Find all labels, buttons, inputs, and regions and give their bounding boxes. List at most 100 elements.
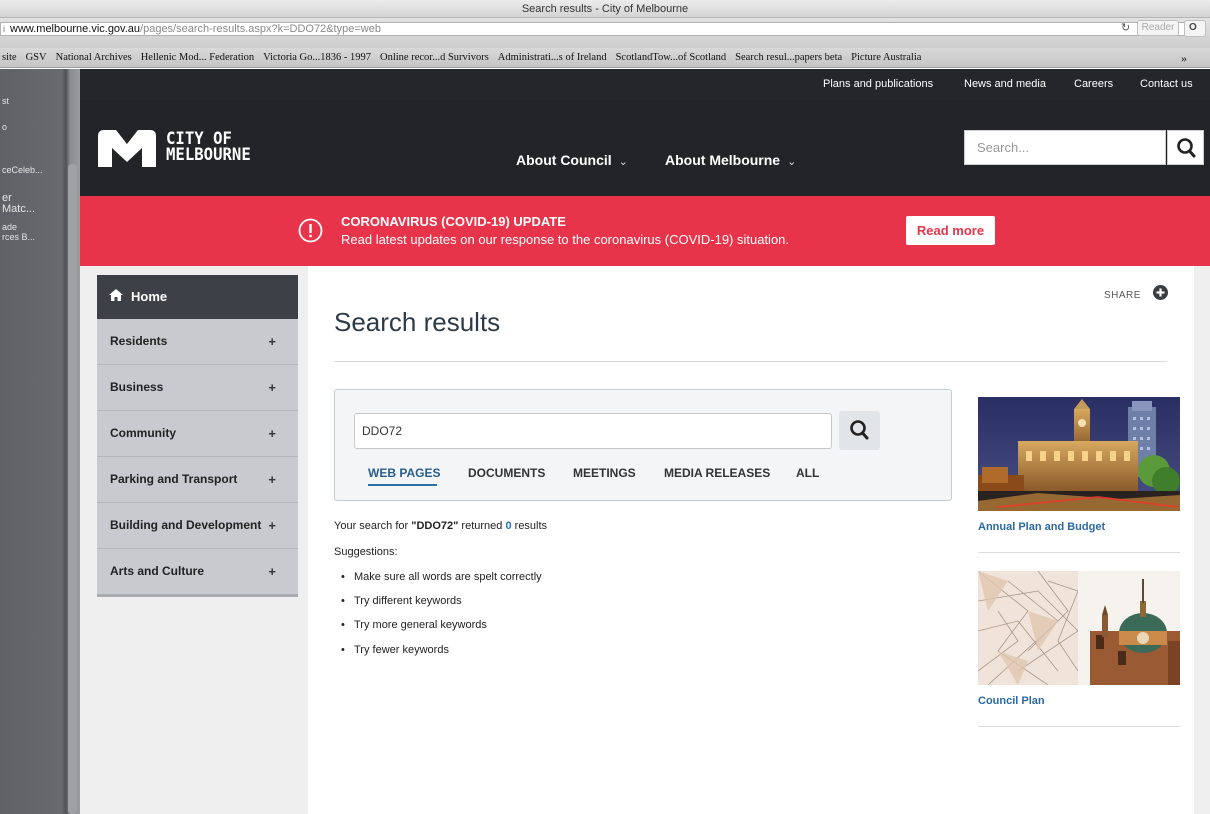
expand-icon[interactable]: +	[268, 411, 276, 456]
sidebar-item-residents[interactable]: Residents +	[97, 319, 298, 365]
result-mid: returned	[458, 520, 506, 532]
window-title: Search results - City of Melbourne	[0, 0, 1210, 18]
bookmark-item[interactable]: Administrati...s of Ireland	[498, 48, 607, 67]
result-prefix: Your search for	[334, 520, 412, 532]
suggestion-item: Try different keywords	[341, 595, 462, 607]
sidebar-item-building[interactable]: Building and Development +	[97, 503, 298, 549]
background-item: Matc...	[2, 204, 36, 214]
url-field[interactable]: i www.melbourne.vic.gov.au/pages/search-r…	[0, 22, 1188, 36]
sidebar-item-business[interactable]: Business +	[97, 365, 298, 411]
nav-label: About Council	[516, 152, 612, 168]
city-of-melbourne-logo-icon[interactable]	[98, 130, 156, 167]
sidebar-item-label: Home	[131, 289, 168, 304]
tab-media-releases[interactable]: MEDIA RELEASES	[664, 466, 770, 480]
search-button[interactable]	[839, 411, 880, 450]
bookmark-item[interactable]: GSV	[26, 48, 47, 67]
page-title: Search results	[334, 307, 501, 337]
bookmark-item[interactable]: National Archives	[56, 48, 132, 67]
logo-line-2: MELBOURNE	[166, 145, 251, 165]
url-path: /pages/search-results.aspx?k=DDO72&type=…	[140, 23, 381, 35]
bookmark-item[interactable]: Picture Australia	[851, 48, 921, 67]
covid-banner: CORONAVIRUS (COVID-19) UPDATE Read lates…	[80, 196, 1210, 266]
federation-square-image[interactable]	[978, 571, 1180, 685]
sidebar-item-label: Parking and Transport	[110, 472, 238, 486]
extension-icon[interactable]: O	[1184, 20, 1206, 37]
banner-text: Read latest updates on our response to t…	[341, 232, 790, 247]
background-item: o	[2, 122, 8, 132]
expand-icon[interactable]: +	[268, 457, 276, 502]
sidebar-item-parking[interactable]: Parking and Transport +	[97, 457, 298, 503]
sidebar-item-label: Arts and Culture	[110, 564, 205, 578]
bookmarks-more-icon[interactable]: »	[1181, 48, 1187, 67]
scrollbar[interactable]	[68, 164, 77, 814]
divider	[334, 361, 1167, 362]
bookmarks-bar: site GSV National Archives Hellenic Mod... …	[0, 48, 1210, 68]
background-window-sidebar: st o ceCeleb... er Matc... ade rces B...	[0, 69, 80, 814]
nav-about-melbourne[interactable]: About Melbourne ⌄	[665, 152, 796, 168]
divider	[978, 726, 1180, 727]
read-more-button[interactable]: Read more	[906, 216, 995, 245]
result-summary: Your search for "DDO72" returned 0 resul…	[334, 520, 547, 532]
address-bar: i www.melbourne.vic.gov.au/pages/search-r…	[0, 18, 1210, 48]
utility-link-contact[interactable]: Contact us	[1140, 69, 1193, 100]
sidebar-item-label: Residents	[110, 334, 168, 348]
sidebar-item-community[interactable]: Community +	[97, 411, 298, 457]
home-icon	[109, 289, 123, 301]
bookmark-item[interactable]: Hellenic Mod... Federation	[141, 48, 254, 67]
background-item: st	[2, 96, 10, 106]
logo-text[interactable]: CITY OF MELBOURNE	[166, 131, 251, 165]
background-item: rces B...	[2, 232, 36, 242]
suggestion-item: Try fewer keywords	[341, 644, 449, 656]
result-query: "DDO72"	[411, 520, 459, 532]
town-hall-night-image[interactable]	[978, 397, 1180, 511]
sidebar-item-home[interactable]: Home	[97, 275, 298, 319]
utility-link-careers[interactable]: Careers	[1074, 69, 1113, 100]
chevron-down-icon: ⌄	[787, 156, 797, 168]
tab-web-pages[interactable]: WEB PAGES	[368, 466, 440, 480]
promo-link-annual-plan[interactable]: Annual Plan and Budget	[978, 521, 1105, 533]
suggestion-item: Make sure all words are spelt correctly	[341, 571, 542, 583]
bookmark-item[interactable]: Search resul...papers beta	[735, 48, 842, 67]
tab-all[interactable]: ALL	[796, 466, 819, 480]
expand-icon[interactable]: +	[268, 549, 276, 594]
bookmark-item[interactable]: Victoria Go...1836 - 1997	[263, 48, 371, 67]
background-item: er	[2, 193, 12, 203]
promo-link-council-plan[interactable]: Council Plan	[978, 695, 1045, 707]
share-plus-icon[interactable]	[1153, 285, 1168, 300]
sidebar-item-label: Community	[110, 426, 176, 440]
alert-icon	[298, 218, 323, 243]
result-suffix: results	[511, 520, 548, 532]
expand-icon[interactable]: +	[268, 503, 276, 548]
active-tab-indicator	[368, 484, 437, 486]
nav-about-council[interactable]: About Council ⌄	[516, 152, 628, 168]
bookmark-item[interactable]: site	[2, 48, 17, 67]
utility-link-plans[interactable]: Plans and publications	[823, 69, 933, 100]
expand-icon[interactable]: +	[268, 365, 276, 410]
suggestion-item: Try more general keywords	[341, 619, 487, 631]
bookmark-item[interactable]: ScotlandTow...of Scotland	[616, 48, 727, 67]
url-host: www.melbourne.vic.gov.au	[10, 23, 141, 35]
page-info-icon[interactable]: i	[3, 23, 10, 35]
reader-button[interactable]: Reader	[1137, 20, 1179, 36]
header-search-button[interactable]	[1167, 130, 1204, 165]
nav-label: About Melbourne	[665, 152, 781, 168]
header-search-input[interactable]: Search...	[964, 130, 1166, 165]
share-label[interactable]: SHARE	[1104, 290, 1141, 301]
suggestions-label: Suggestions:	[334, 546, 398, 558]
expand-icon[interactable]: +	[268, 319, 276, 364]
search-input[interactable]: DDO72	[354, 413, 832, 449]
bookmark-item[interactable]: Online recor...d Survivors	[380, 48, 489, 67]
sidebar-item-label: Building and Development	[110, 518, 262, 532]
utility-link-news[interactable]: News and media	[964, 69, 1046, 100]
tab-meetings[interactable]: MEETINGS	[573, 466, 636, 480]
tab-documents[interactable]: DOCUMENTS	[468, 466, 545, 480]
search-icon	[850, 420, 869, 440]
background-item: ade	[2, 222, 18, 232]
divider	[978, 552, 1180, 553]
sidebar-item-arts[interactable]: Arts and Culture +	[97, 549, 298, 597]
search-icon	[1177, 138, 1196, 158]
main-content	[308, 266, 1194, 814]
reload-icon[interactable]: ↻	[1121, 21, 1130, 34]
banner-title: CORONAVIRUS (COVID-19) UPDATE	[341, 214, 566, 229]
sidebar-nav: Home Residents + Business + Community + Par…	[97, 275, 298, 597]
